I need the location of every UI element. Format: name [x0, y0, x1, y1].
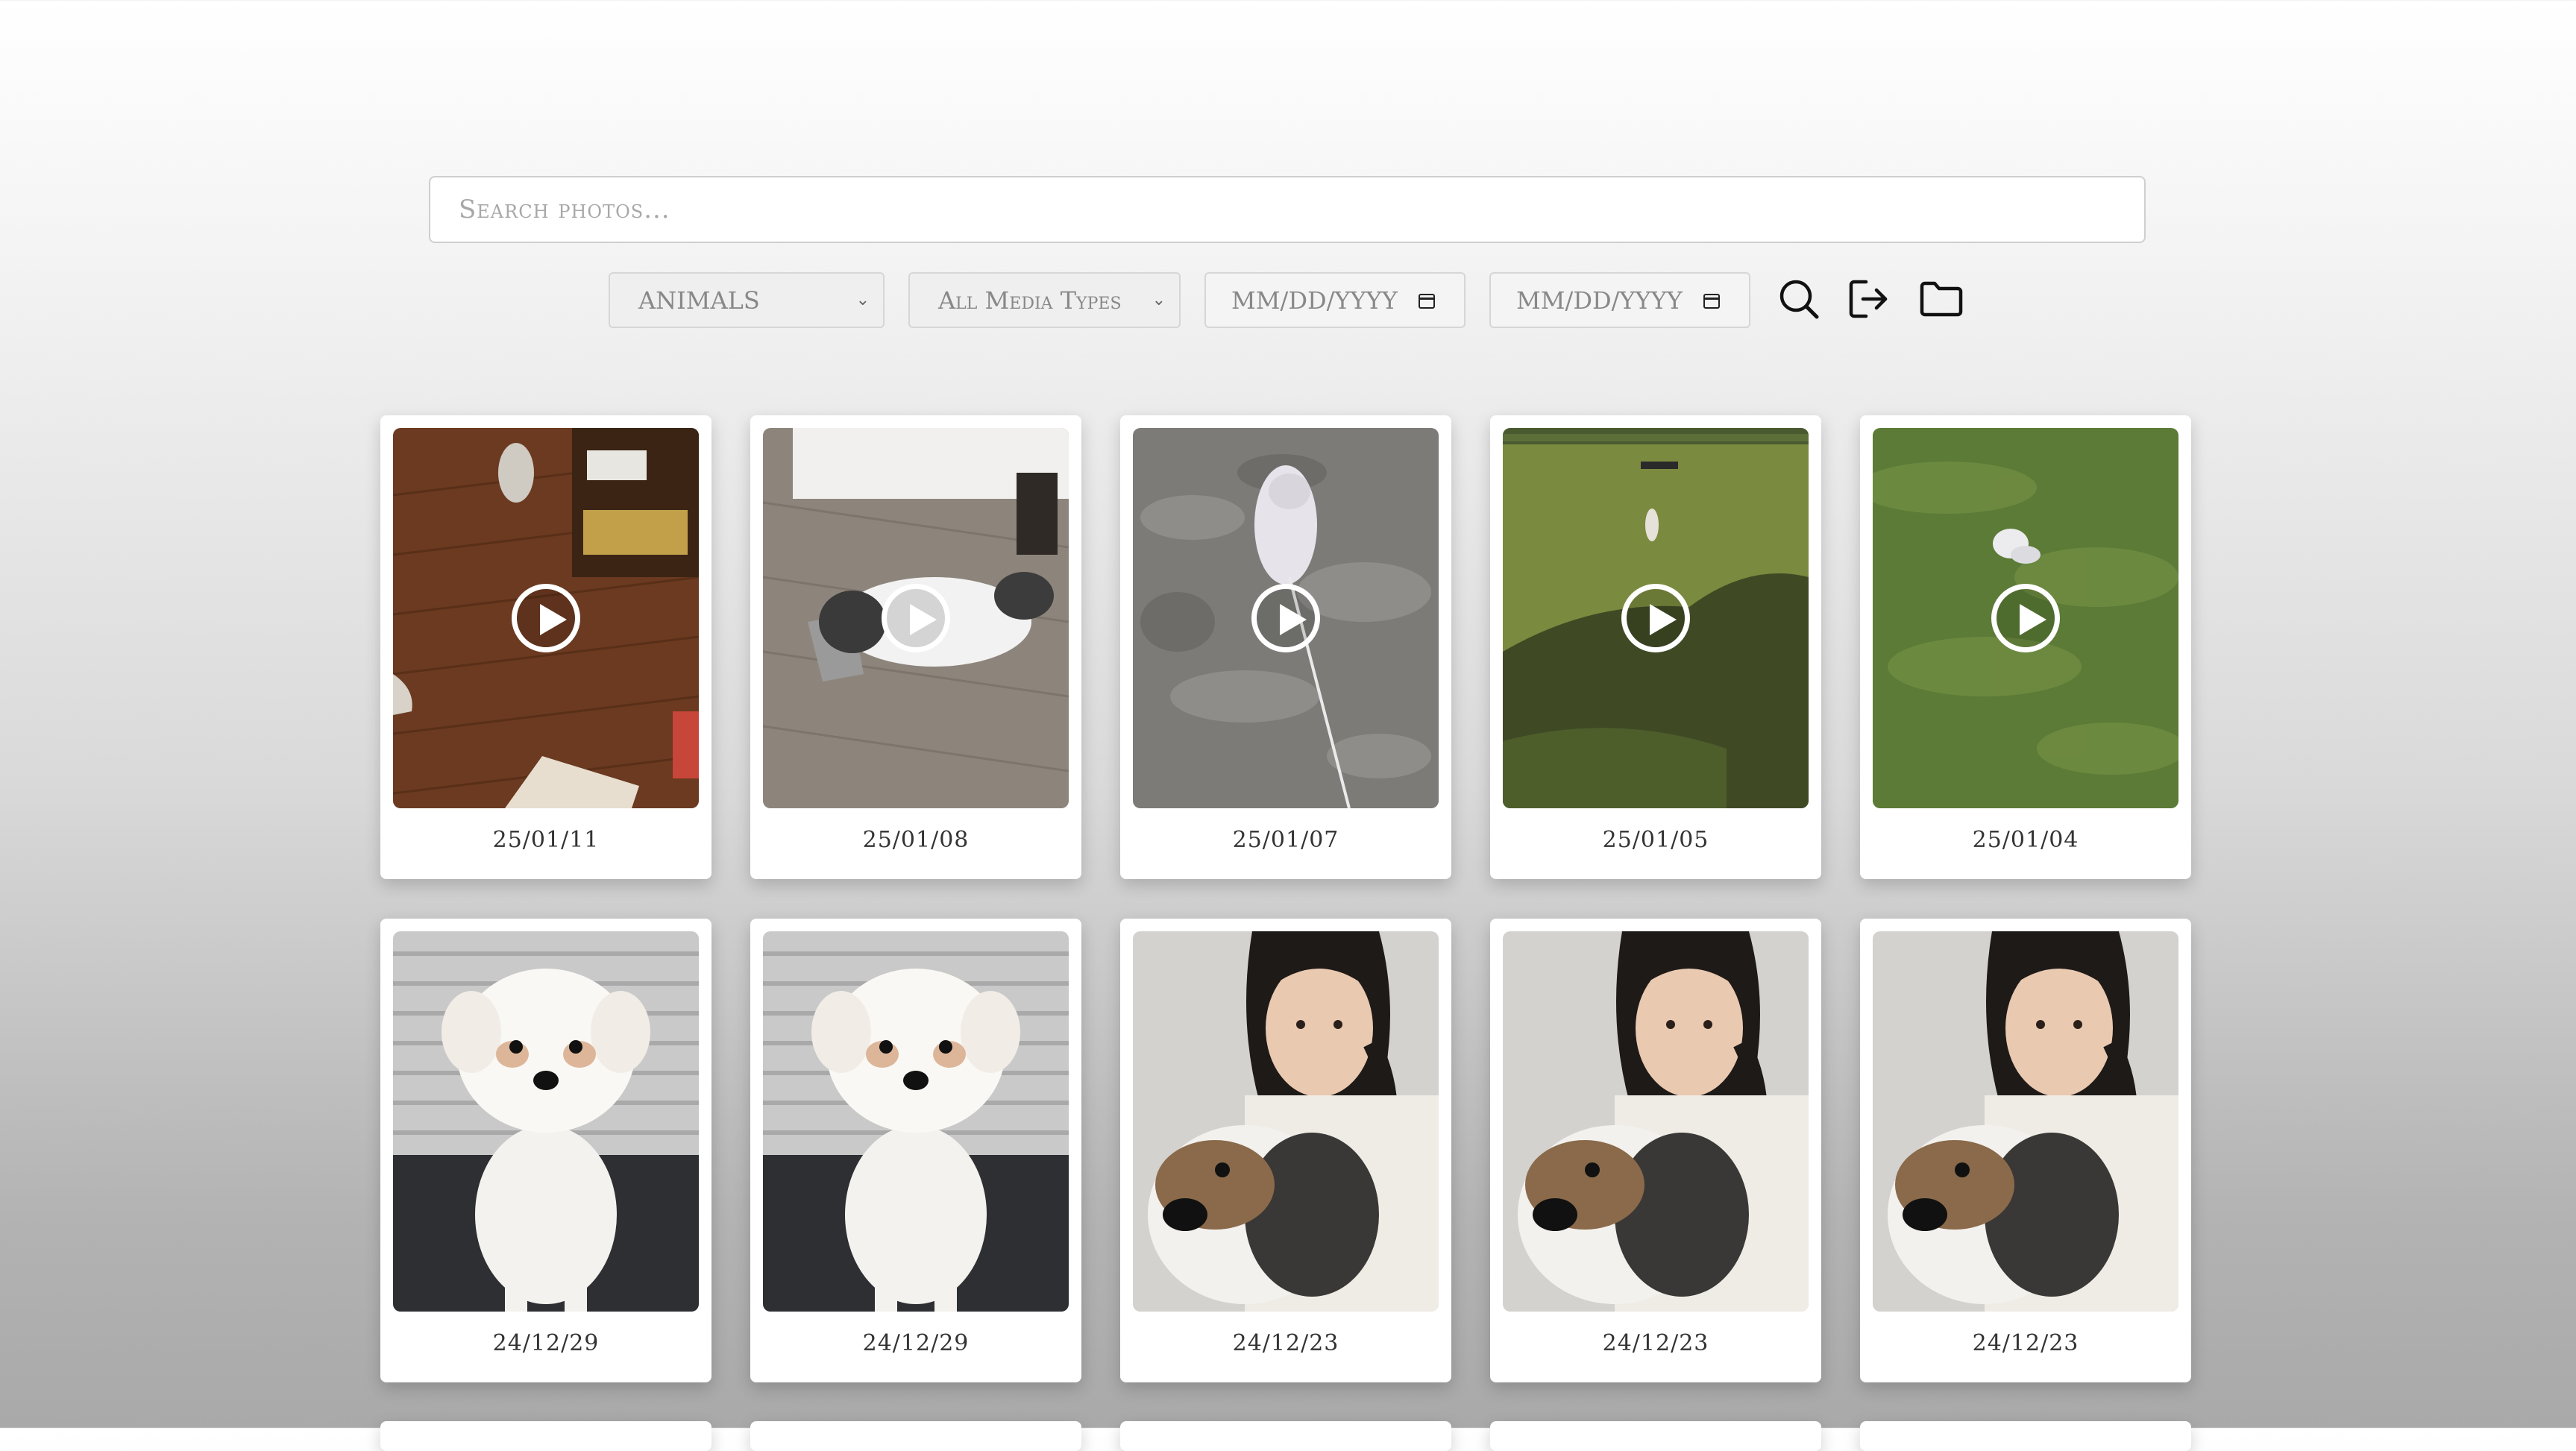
media-card[interactable]: 24/12/23	[1860, 919, 2191, 1382]
end-date-input[interactable]: MM/DD/YYYY	[1489, 272, 1750, 328]
media-card[interactable]: 24/12/23	[1490, 919, 1821, 1382]
video-thumbnail[interactable]	[763, 428, 1069, 808]
media-date: 24/12/29	[492, 1330, 600, 1356]
media-card[interactable]: 25/01/04	[1860, 415, 2191, 879]
media-date: 25/01/07	[1232, 827, 1339, 853]
folder-icon[interactable]	[1918, 276, 1964, 322]
media-card[interactable]: 25/01/05	[1490, 415, 1821, 879]
chevron-down-icon: ⌄	[1152, 291, 1166, 309]
video-thumbnail[interactable]	[1873, 428, 2178, 808]
search-input[interactable]	[429, 176, 2146, 243]
play-icon[interactable]	[882, 584, 950, 652]
play-icon[interactable]	[512, 584, 580, 652]
category-select-value: ANIMALS	[638, 286, 760, 315]
media-card[interactable]	[380, 1421, 711, 1451]
calendar-icon[interactable]	[1418, 291, 1437, 310]
media-card[interactable]	[1860, 1421, 2191, 1451]
start-date-input[interactable]: MM/DD/YYYY	[1204, 272, 1466, 328]
media-card[interactable]: 24/12/29	[750, 919, 1081, 1382]
media-card[interactable]: 25/01/08	[750, 415, 1081, 879]
media-date: 24/12/29	[862, 1330, 970, 1356]
photo-thumbnail[interactable]	[1873, 931, 2178, 1312]
logout-icon[interactable]	[1847, 276, 1893, 322]
calendar-icon[interactable]	[1703, 291, 1722, 310]
media-card[interactable]	[1490, 1421, 1821, 1451]
end-date-value: MM/DD/YYYY	[1516, 286, 1683, 315]
photo-thumbnail[interactable]	[763, 931, 1069, 1312]
photo-thumbnail[interactable]	[1503, 931, 1809, 1312]
media-date: 25/01/08	[862, 827, 970, 853]
video-thumbnail[interactable]	[1503, 428, 1809, 808]
media-card[interactable]: 24/12/23	[1120, 919, 1451, 1382]
media-card[interactable]: 25/01/11	[380, 415, 711, 879]
play-icon[interactable]	[1251, 584, 1320, 652]
media-type-select-value: All Media Types	[938, 286, 1122, 315]
search-icon[interactable]	[1776, 276, 1822, 322]
media-card[interactable]	[750, 1421, 1081, 1451]
media-card[interactable]: 24/12/29	[380, 919, 711, 1382]
media-date: 25/01/11	[492, 827, 600, 853]
media-date: 24/12/23	[1972, 1330, 2079, 1356]
chevron-down-icon: ⌄	[855, 291, 870, 309]
media-card[interactable]: 25/01/07	[1120, 415, 1451, 879]
media-date: 25/01/05	[1602, 827, 1709, 853]
video-thumbnail[interactable]	[1133, 428, 1439, 808]
category-select[interactable]: ANIMALS ⌄	[609, 272, 885, 328]
play-icon[interactable]	[1991, 584, 2060, 652]
photo-thumbnail[interactable]	[1133, 931, 1439, 1312]
photo-thumbnail[interactable]	[393, 931, 699, 1312]
start-date-value: MM/DD/YYYY	[1231, 286, 1398, 315]
media-date: 24/12/23	[1602, 1330, 1709, 1356]
media-date: 24/12/23	[1232, 1330, 1339, 1356]
video-thumbnail[interactable]	[393, 428, 699, 808]
media-date: 25/01/04	[1972, 827, 2079, 853]
media-card[interactable]	[1120, 1421, 1451, 1451]
play-icon[interactable]	[1621, 584, 1690, 652]
media-type-select[interactable]: All Media Types ⌄	[908, 272, 1181, 328]
